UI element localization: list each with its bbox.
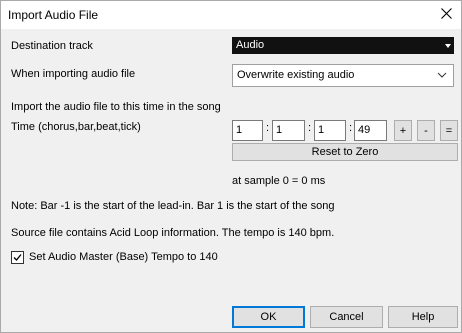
- increment-button[interactable]: +: [394, 120, 412, 141]
- tick-input[interactable]: 49: [354, 120, 387, 141]
- close-icon: [440, 8, 452, 22]
- equals-button[interactable]: =: [440, 120, 458, 141]
- cancel-button[interactable]: Cancel: [310, 306, 383, 328]
- destination-track-select[interactable]: Audio: [232, 37, 454, 54]
- import-time-intro: Import the audio file to this time in th…: [11, 101, 221, 113]
- importing-mode-select[interactable]: Overwrite existing audio: [232, 64, 454, 87]
- close-button[interactable]: [431, 1, 461, 29]
- ok-button[interactable]: OK: [232, 306, 305, 328]
- bar-input[interactable]: 1: [272, 120, 305, 141]
- leadin-note: Note: Bar -1 is the start of the lead-in…: [11, 200, 335, 212]
- title-bar: Import Audio File: [1, 1, 461, 29]
- dialog-body: Destination track Audio When importing a…: [1, 29, 461, 332]
- importing-mode-value: Overwrite existing audio: [237, 69, 355, 81]
- set-tempo-checkbox[interactable]: [11, 251, 24, 264]
- importing-mode-label: When importing audio file: [11, 68, 136, 80]
- decrement-button[interactable]: -: [417, 120, 435, 141]
- help-button[interactable]: Help: [388, 306, 458, 328]
- destination-track-label: Destination track: [11, 40, 93, 52]
- set-tempo-label[interactable]: Set Audio Master (Base) Tempo to 140: [29, 251, 218, 263]
- reset-to-zero-button[interactable]: Reset to Zero: [232, 143, 458, 161]
- destination-track-value: Audio: [236, 39, 265, 51]
- chorus-input[interactable]: 1: [232, 120, 263, 141]
- acid-loop-info: Source file contains Acid Loop informati…: [11, 227, 335, 239]
- time-separator: :: [266, 122, 270, 134]
- chevron-down-icon: [436, 69, 448, 81]
- import-audio-dialog: Import Audio File Destination track Audi…: [0, 0, 462, 333]
- time-format-label: Time (chorus,bar,beat,tick): [11, 121, 141, 133]
- time-separator: :: [349, 122, 353, 134]
- sample-info: at sample 0 = 0 ms: [232, 175, 326, 187]
- time-separator: :: [308, 122, 312, 134]
- dialog-title: Import Audio File: [8, 8, 99, 22]
- dropdown-arrow-icon: [445, 44, 451, 48]
- beat-input[interactable]: 1: [314, 120, 346, 141]
